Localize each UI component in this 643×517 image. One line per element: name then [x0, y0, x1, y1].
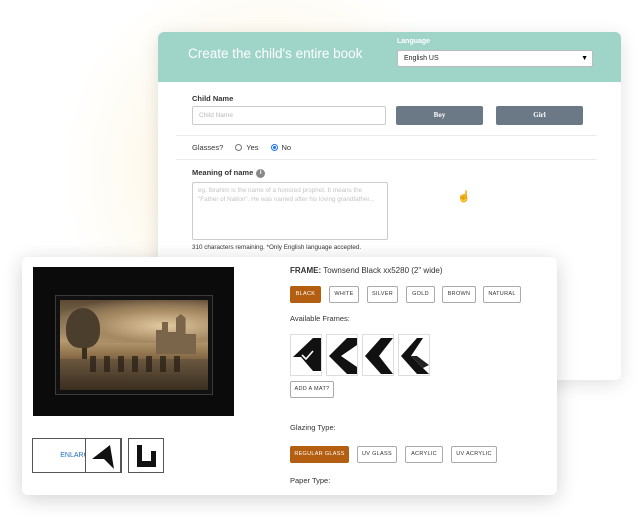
frame-swatch-2[interactable]: [326, 334, 358, 376]
glasses-row: Glasses? Yes No: [192, 143, 291, 152]
glasses-no-radio[interactable]: [270, 144, 278, 151]
boy-button[interactable]: Boy: [396, 106, 483, 125]
meaning-label-row: Meaning of name i: [192, 168, 266, 178]
girl-button[interactable]: Girl: [496, 106, 583, 125]
glasses-yes-radio[interactable]: [235, 144, 243, 151]
glasses-yes-label: Yes: [246, 143, 259, 152]
meaning-textarea[interactable]: eg. Ibrahim is the name of a honored pro…: [192, 182, 388, 240]
preview-frame: [55, 295, 213, 395]
color-brown-button[interactable]: BROWN: [442, 286, 476, 303]
frame-title: FRAME: Townsend Black xx5280 (2" wide): [290, 266, 443, 275]
language-select[interactable]: English US ▼: [397, 50, 593, 67]
child-name-label: Child Name: [192, 94, 234, 103]
glazing-uv-glass-button[interactable]: UV GLASS: [357, 446, 397, 463]
available-frames-label: Available Frames:: [290, 314, 350, 323]
glazing-acrylic-button[interactable]: ACRYLIC: [405, 446, 443, 463]
divider: [176, 159, 597, 160]
frame-label: FRAME:: [290, 266, 322, 275]
artwork-image: [60, 300, 208, 390]
glazing-uv-acrylic-button[interactable]: UV ACRYLIC: [451, 446, 497, 463]
characters-remaining-note: 310 characters remaining. *Only English …: [192, 244, 362, 251]
frame-swatch-4[interactable]: [398, 334, 430, 376]
info-icon[interactable]: i: [256, 168, 266, 178]
child-name-input[interactable]: Child Name: [192, 106, 386, 125]
color-white-button[interactable]: WHITE: [329, 286, 359, 303]
language-label: Language: [397, 38, 431, 45]
glasses-no-label: No: [281, 143, 292, 152]
pointer-cursor-icon: ☝: [457, 191, 471, 203]
glasses-label: Glasses?: [192, 143, 224, 152]
frame-name: Townsend Black xx5280 (2" wide): [323, 266, 443, 275]
color-black-button[interactable]: BLACK: [290, 286, 321, 303]
frame-swatch-3[interactable]: [362, 334, 394, 376]
frame-profile-thumbnail[interactable]: [128, 438, 164, 473]
glazing-regular-glass-button[interactable]: REGULAR GLASS: [290, 446, 349, 463]
color-natural-button[interactable]: NATURAL: [483, 286, 521, 303]
add-mat-button[interactable]: ADD A MAT?: [290, 381, 334, 398]
frame-picker-card: ENLARGE FRAME: Townsend Black xx5280 (2"…: [22, 257, 557, 495]
frame-corner-thumbnail[interactable]: [85, 438, 121, 473]
framed-art-preview: [33, 267, 234, 416]
book-form-header: Create the child's entire book Language …: [158, 32, 621, 82]
glazing-type-label: Glazing Type:: [290, 423, 336, 432]
divider: [176, 135, 597, 136]
color-gold-button[interactable]: GOLD: [406, 286, 435, 303]
caret-down-icon: ▼: [581, 55, 588, 62]
language-value: English US: [404, 55, 439, 62]
page-title: Create the child's entire book: [188, 46, 363, 61]
meaning-label: Meaning of name: [192, 168, 254, 177]
paper-type-label: Paper Type:: [290, 476, 331, 485]
frame-swatch-1[interactable]: [290, 334, 322, 376]
color-silver-button[interactable]: SILVER: [367, 286, 398, 303]
